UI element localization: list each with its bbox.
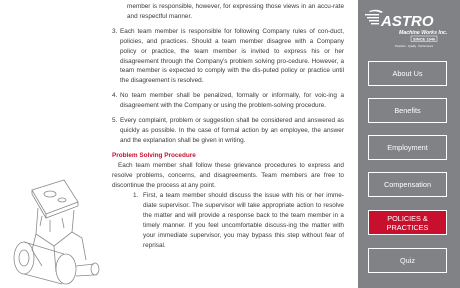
nav-compensation-button[interactable]: Compensation (368, 172, 447, 197)
list-item: 3. Each team member is responsible for f… (112, 27, 344, 86)
list-item: 5. Every complaint, problem or suggestio… (112, 116, 344, 146)
list-item-text: No team member shall be penalized, forma… (120, 92, 344, 110)
step-text: First, a team member should discuss the … (143, 192, 344, 249)
logo-sub: Machine Works Inc. (399, 30, 447, 36)
logo-brand: ASTRO (380, 13, 434, 30)
logo-tagline: Precision · Quality · Performance (395, 44, 434, 48)
section-heading: Problem Solving Procedure (112, 151, 196, 159)
handbook-page: member is responsible, however, for expr… (0, 0, 358, 288)
list-item-number: 4. (112, 92, 118, 100)
nav-quiz-button[interactable]: Quiz (368, 248, 447, 273)
list-item-number: 3. (112, 27, 118, 35)
logo-since: SINCE 1946 (413, 37, 436, 42)
list-item-number: 5. (112, 117, 118, 125)
astro-logo: ASTRO Machine Works Inc. SINCE 1946 Prec… (365, 9, 447, 48)
machine-part-illustration (13, 179, 100, 285)
list-item-text: Every complaint, problem or suggestion s… (120, 117, 344, 144)
step-item: 1. First, a team member should discuss t… (133, 191, 344, 250)
nav-employment-button[interactable]: Employment (368, 135, 447, 160)
step-number: 1. (133, 192, 139, 200)
policy-text: member is responsible, however, for expr… (112, 2, 344, 251)
list-item-text: Each team member is responsible for foll… (120, 27, 344, 85)
nav-about-us-button[interactable]: About Us (368, 61, 447, 86)
intro-paragraph: Each team member shall follow these grie… (112, 161, 344, 189)
list-item: 4. No team member shall be penalized, fo… (112, 91, 344, 111)
nav-policies-practices-button[interactable]: POLICIES & PRACTICES (368, 210, 447, 235)
continued-paragraph: member is responsible, however, for expr… (127, 3, 344, 20)
nav-benefits-button[interactable]: Benefits (368, 98, 447, 123)
nav-policies-label: POLICIES & PRACTICES (386, 213, 429, 232)
